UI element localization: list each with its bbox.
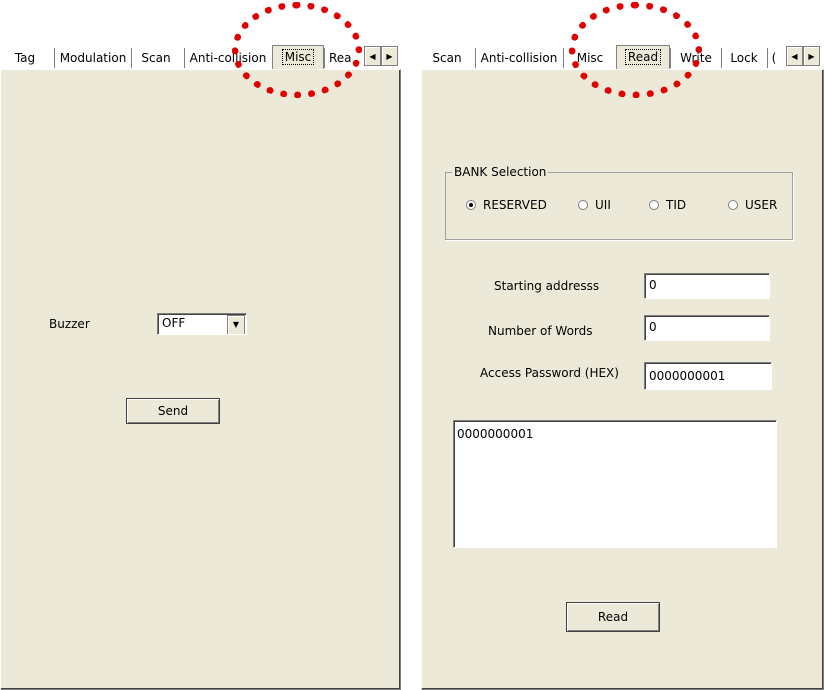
scroll-right-icon[interactable]: ▶ [803, 46, 820, 66]
bank-selection-title: BANK Selection [452, 165, 549, 179]
tab-scan[interactable]: Scan [423, 48, 471, 68]
left-tab-content: Buzzer OFF ▼ Send [0, 69, 401, 690]
tab-scroll-arrows: ◀ ▶ [364, 46, 398, 66]
tab-scroll-arrows: ◀ ▶ [786, 46, 820, 66]
radio-unselected-icon [578, 200, 588, 210]
right-panel: Scan Anti-collision Misc Read Write Lock… [421, 44, 824, 690]
radio-unselected-icon [649, 200, 659, 210]
chevron-down-icon[interactable]: ▼ [227, 315, 245, 334]
buzzer-select[interactable]: OFF ▼ [157, 313, 247, 335]
tab-anti-collision[interactable]: Anti-collision [475, 48, 562, 68]
access-password-label: Access Password (HEX) [480, 366, 619, 380]
radio-selected-icon [466, 200, 476, 210]
tab-tag[interactable]: Tag [2, 48, 48, 68]
starting-address-label: Starting addresss [494, 279, 600, 293]
tab-partial[interactable]: ( [767, 48, 780, 68]
scroll-left-icon[interactable]: ◀ [786, 46, 803, 66]
tab-lock[interactable]: Lock [721, 48, 766, 68]
radio-user-label: USER [745, 198, 778, 212]
right-tab-content: BANK Selection RESERVED UII TID USER Sta… [421, 69, 824, 690]
number-of-words-label: Number of Words [488, 324, 593, 338]
access-password-field[interactable]: 0000000001 [644, 362, 772, 390]
starting-address-field[interactable]: 0 [644, 273, 770, 299]
radio-unselected-icon [728, 200, 738, 210]
radio-tid-label: TID [666, 198, 687, 212]
read-output-textarea[interactable]: 0000000001 [453, 420, 777, 548]
tab-modulation[interactable]: Modulation [54, 48, 131, 68]
send-button[interactable]: Send [126, 398, 220, 424]
bank-selection-group: BANK Selection RESERVED UII TID USER [445, 165, 793, 240]
scroll-left-icon[interactable]: ◀ [364, 46, 381, 66]
radio-tid[interactable]: TID [649, 198, 686, 212]
left-panel: Tag Modulation Scan Anti-collision Misc … [0, 44, 401, 690]
read-button[interactable]: Read [566, 602, 660, 632]
buzzer-label: Buzzer [49, 317, 90, 331]
highlight-circle-misc [232, 2, 362, 98]
number-of-words-field[interactable]: 0 [644, 315, 770, 341]
radio-reserved-label: RESERVED [483, 198, 547, 212]
scroll-right-icon[interactable]: ▶ [381, 46, 398, 66]
highlight-circle-read [569, 2, 702, 98]
radio-uii-label: UII [595, 198, 611, 212]
buzzer-value: OFF [162, 316, 186, 330]
tab-scan[interactable]: Scan [131, 48, 180, 68]
radio-reserved[interactable]: RESERVED [466, 198, 547, 212]
radio-user[interactable]: USER [728, 198, 777, 212]
radio-uii[interactable]: UII [578, 198, 611, 212]
